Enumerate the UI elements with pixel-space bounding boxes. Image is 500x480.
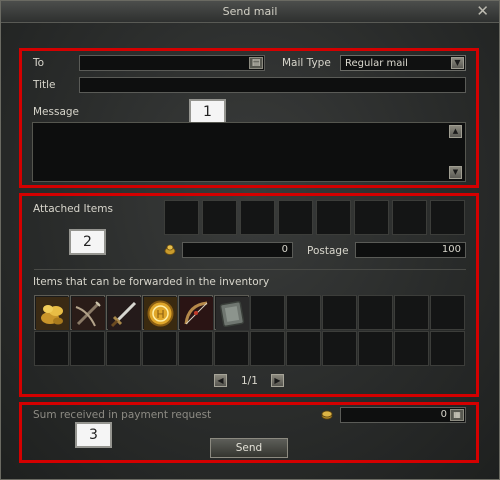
attachment-slot[interactable] bbox=[278, 200, 313, 235]
window-title: Send mail bbox=[222, 5, 278, 18]
mail-type-label: Mail Type bbox=[282, 57, 331, 69]
payment-amount-value: 0 bbox=[440, 409, 447, 420]
adena-icon bbox=[164, 243, 176, 255]
attachment-slot[interactable] bbox=[240, 200, 275, 235]
inventory-slot[interactable] bbox=[322, 331, 357, 366]
next-page-icon[interactable]: ▶ bbox=[271, 374, 284, 387]
inventory-slot[interactable] bbox=[358, 331, 393, 366]
inventory-item[interactable] bbox=[214, 295, 249, 330]
svg-text:H: H bbox=[156, 308, 164, 321]
postage-value: 100 bbox=[441, 244, 461, 255]
inventory-slot[interactable] bbox=[178, 331, 213, 366]
send-mail-window: Send mail ✕ To ▤ Mail Type Regular mail … bbox=[0, 0, 500, 480]
inventory-item[interactable]: H bbox=[142, 295, 177, 330]
payment-amount-field[interactable]: 0 ▦ bbox=[340, 407, 466, 423]
inventory-slot[interactable] bbox=[394, 295, 429, 330]
attachment-slot[interactable] bbox=[164, 200, 199, 235]
inventory-slot[interactable] bbox=[250, 331, 285, 366]
inventory-slot[interactable] bbox=[430, 331, 465, 366]
title-field[interactable] bbox=[79, 77, 466, 93]
recipient-field[interactable]: ▤ bbox=[79, 55, 265, 71]
payment-request-label: Sum received in payment request bbox=[33, 409, 212, 421]
inventory-item[interactable] bbox=[34, 295, 69, 330]
message-textarea[interactable]: ▲ ▼ bbox=[32, 122, 466, 182]
attachment-slot[interactable] bbox=[202, 200, 237, 235]
send-button[interactable]: Send bbox=[210, 438, 288, 458]
scroll-down-icon[interactable]: ▼ bbox=[449, 166, 462, 179]
mail-type-select[interactable]: Regular mail ▼ bbox=[340, 55, 466, 71]
close-icon[interactable]: ✕ bbox=[476, 2, 489, 20]
attachment-slot[interactable] bbox=[354, 200, 389, 235]
inventory-slot[interactable] bbox=[214, 331, 249, 366]
title-label: Title bbox=[33, 79, 56, 91]
to-label: To bbox=[33, 57, 45, 69]
scroll-up-icon[interactable]: ▲ bbox=[449, 125, 462, 138]
attachment-slot[interactable] bbox=[392, 200, 427, 235]
inventory-slot[interactable] bbox=[322, 295, 357, 330]
page-indicator: 1/1 bbox=[241, 375, 258, 387]
coins-icon bbox=[321, 410, 333, 420]
inventory-item[interactable] bbox=[178, 295, 213, 330]
prev-page-icon[interactable]: ◀ bbox=[214, 374, 227, 387]
inventory-slot[interactable] bbox=[394, 331, 429, 366]
window-titlebar[interactable]: Send mail ✕ bbox=[1, 1, 499, 23]
mail-type-value: Regular mail bbox=[345, 58, 408, 69]
adena-amount-value: 0 bbox=[281, 244, 288, 255]
message-label: Message bbox=[33, 106, 80, 118]
inventory-slot[interactable] bbox=[430, 295, 465, 330]
inventory-slot[interactable] bbox=[250, 295, 285, 330]
recipient-input[interactable] bbox=[80, 56, 264, 70]
inventory-slot[interactable] bbox=[142, 331, 177, 366]
adena-amount-field[interactable]: 0 bbox=[182, 242, 293, 258]
inventory-slot[interactable] bbox=[358, 295, 393, 330]
attachment-slot[interactable] bbox=[316, 200, 351, 235]
inventory-label: Items that can be forwarded in the inven… bbox=[33, 276, 270, 288]
attachment-slot[interactable] bbox=[430, 200, 465, 235]
annotation-box-3: 3 bbox=[75, 422, 112, 448]
inventory-slot[interactable] bbox=[34, 331, 69, 366]
inventory-slot[interactable] bbox=[106, 331, 141, 366]
section-divider bbox=[34, 269, 466, 270]
attached-items-label: Attached Items bbox=[33, 203, 113, 215]
annotation-box-2: 2 bbox=[69, 229, 106, 255]
chevron-down-icon[interactable]: ▼ bbox=[451, 57, 464, 69]
calculator-icon[interactable]: ▦ bbox=[450, 409, 464, 421]
address-book-icon[interactable]: ▤ bbox=[249, 57, 263, 69]
postage-field: 100 bbox=[355, 242, 466, 258]
postage-label: Postage bbox=[307, 245, 349, 257]
inventory-slot[interactable] bbox=[286, 331, 321, 366]
title-input[interactable] bbox=[80, 78, 465, 92]
inventory-item[interactable] bbox=[106, 295, 141, 330]
inventory-slot[interactable] bbox=[286, 295, 321, 330]
inventory-item[interactable] bbox=[70, 295, 105, 330]
inventory-slot[interactable] bbox=[70, 331, 105, 366]
